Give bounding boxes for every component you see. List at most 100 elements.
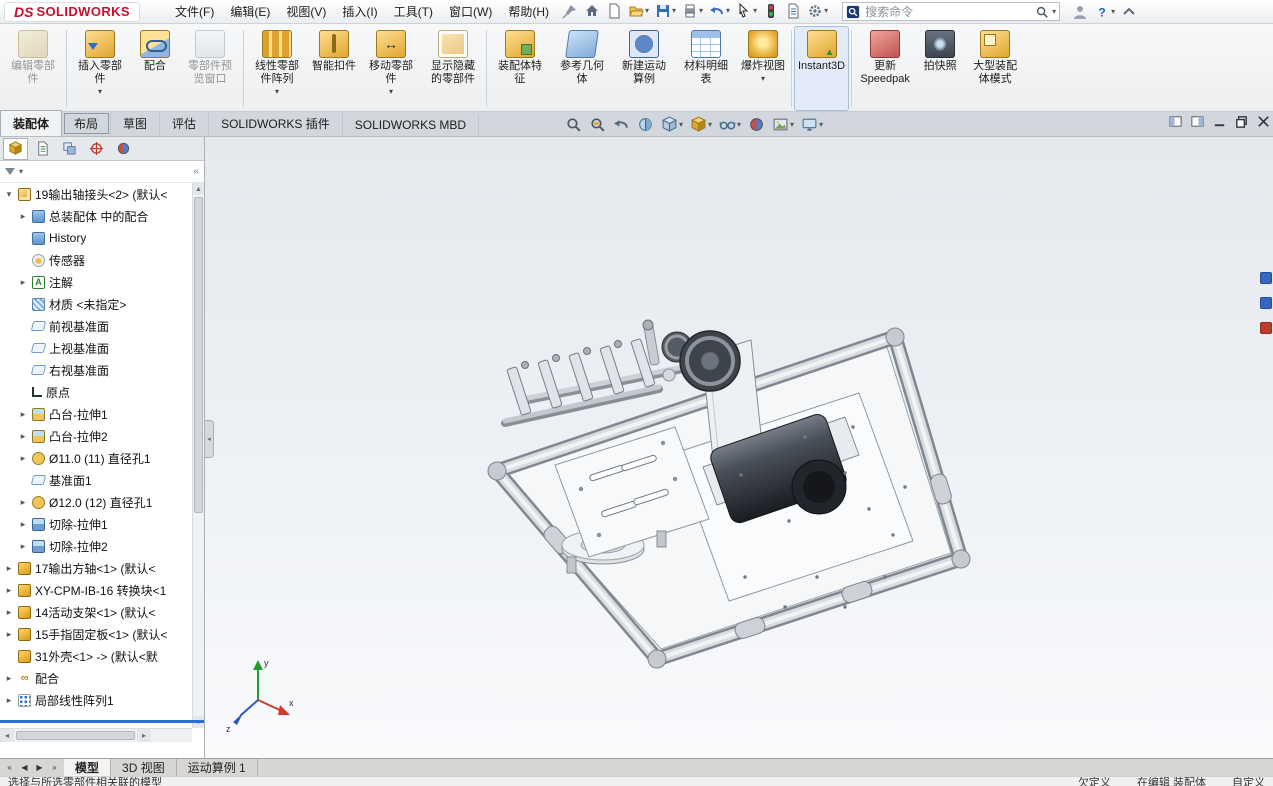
- expand-arrow-icon[interactable]: ▸: [18, 497, 28, 508]
- pin-menu-icon[interactable]: [558, 2, 580, 22]
- search-scope-icon[interactable]: [846, 5, 860, 19]
- update-speedpak-button[interactable]: 更新 Speedpak: [854, 26, 916, 111]
- next-tab-icon[interactable]: ▶: [33, 763, 46, 772]
- doc-tab-model[interactable]: 模型: [64, 759, 112, 776]
- expand-arrow-icon[interactable]: ▸: [18, 541, 28, 552]
- print-icon[interactable]: ▾: [679, 1, 706, 21]
- expand-arrow-icon[interactable]: ▸: [4, 695, 14, 706]
- restore-icon[interactable]: [1234, 114, 1249, 132]
- close-icon[interactable]: [1256, 114, 1271, 132]
- expand-arrow-icon[interactable]: ▸: [18, 277, 28, 288]
- prev-tab-icon[interactable]: ◀: [18, 763, 31, 772]
- section-view-icon[interactable]: [635, 115, 656, 134]
- tree-item[interactable]: ▸ 切除-拉伸2: [0, 535, 192, 557]
- menu-edit[interactable]: 编辑(E): [222, 2, 278, 22]
- show-hidden-components-button[interactable]: 显示隐藏的零部件: [422, 26, 484, 111]
- insert-components-button[interactable]: 插入零部件 ▾: [69, 26, 131, 111]
- tree-horizontal-scrollbar[interactable]: ◂ ▸: [0, 728, 192, 742]
- new-motion-study-button[interactable]: 新建运动算例: [613, 26, 675, 111]
- move-component-button[interactable]: 移动零部件 ▾: [360, 26, 422, 111]
- assembly-features-button[interactable]: 装配体特征: [489, 26, 551, 111]
- tree-item[interactable]: 前视基准面: [0, 315, 192, 337]
- edit-appearance-icon[interactable]: [746, 115, 767, 134]
- select-icon[interactable]: ▾: [733, 1, 760, 21]
- tree-item[interactable]: ▸ 凸台-拉伸1: [0, 403, 192, 425]
- reference-geometry-button[interactable]: 参考几何体: [551, 26, 613, 111]
- last-tab-icon[interactable]: »: [48, 763, 61, 772]
- expand-arrow-icon[interactable]: ▸: [18, 409, 28, 420]
- minimize-icon[interactable]: [1212, 114, 1227, 132]
- displaymanager-tab[interactable]: [111, 138, 136, 160]
- mate-button[interactable]: 配合: [131, 26, 179, 111]
- scroll-up-icon[interactable]: ▲: [193, 183, 204, 195]
- tab-sketch[interactable]: 草图: [111, 111, 161, 136]
- command-search-input[interactable]: [863, 3, 1033, 20]
- undo-icon[interactable]: ▾: [706, 1, 733, 21]
- exploded-view-button[interactable]: 爆炸视图 ▾: [737, 26, 789, 111]
- open-file-icon[interactable]: ▾: [625, 1, 652, 21]
- zoom-area-icon[interactable]: [587, 115, 608, 134]
- filter-dropdown-icon[interactable]: ▾: [19, 167, 23, 176]
- bill-of-materials-button[interactable]: 材料明细表: [675, 26, 737, 111]
- tree-vertical-scrollbar[interactable]: ▲ ▼: [192, 183, 204, 728]
- expand-arrow-icon[interactable]: ▸: [4, 629, 14, 640]
- expand-arrow-icon[interactable]: ▸: [18, 431, 28, 442]
- expand-arrow-icon[interactable]: ▸: [4, 585, 14, 596]
- view-settings-icon[interactable]: ▾: [799, 115, 825, 134]
- instant3d-button[interactable]: Instant3D: [794, 26, 850, 111]
- collapse-arrow-icon[interactable]: ▾: [4, 189, 14, 200]
- tree-item[interactable]: 31外壳<1> -> (默认<默: [0, 645, 192, 667]
- previous-view-icon[interactable]: [611, 115, 632, 134]
- menu-file[interactable]: 文件(F): [167, 2, 222, 22]
- hide-show-items-icon[interactable]: ▾: [717, 115, 743, 134]
- tree-item[interactable]: 右视基准面: [0, 359, 192, 381]
- apply-scene-icon[interactable]: ▾: [770, 115, 796, 134]
- tree-item[interactable]: ▸ 15手指固定板<1> (默认<: [0, 623, 192, 645]
- task-pane-tab-2[interactable]: [1260, 297, 1272, 309]
- panel-chevron-icon[interactable]: «: [193, 166, 199, 177]
- tree-item[interactable]: ▸ Ø11.0 (11) 直径孔1: [0, 447, 192, 469]
- tree-item[interactable]: ▸ 14活动支架<1> (默认<: [0, 601, 192, 623]
- user-icon[interactable]: [1069, 2, 1091, 22]
- tab-solidworks-addins[interactable]: SOLIDWORKS 插件: [209, 111, 343, 136]
- tab-assembly[interactable]: 装配体: [0, 110, 63, 136]
- tree-item[interactable]: ▸ A 注解: [0, 271, 192, 293]
- pane-right-icon[interactable]: [1190, 114, 1205, 132]
- scrollbar-thumb[interactable]: [16, 731, 136, 740]
- menu-view[interactable]: 视图(V): [278, 2, 334, 22]
- expand-arrow-icon[interactable]: ▸: [4, 673, 14, 684]
- save-icon[interactable]: ▾: [652, 1, 679, 21]
- rebuild-icon[interactable]: [760, 1, 782, 21]
- featuremanager-tab[interactable]: [3, 137, 28, 160]
- scroll-right-icon[interactable]: ▸: [137, 729, 152, 742]
- tree-item[interactable]: ▸ ∞ 配合: [0, 667, 192, 689]
- menu-tools[interactable]: 工具(T): [386, 2, 441, 22]
- dimxpertmanager-tab[interactable]: [84, 138, 109, 160]
- tree-item[interactable]: ▸ 17输出方轴<1> (默认<: [0, 557, 192, 579]
- graphics-viewport[interactable]: y x z: [205, 137, 1273, 758]
- scrollbar-thumb[interactable]: [194, 197, 203, 514]
- filter-funnel-icon[interactable]: [5, 168, 15, 175]
- tree-item[interactable]: ▾ 19输出轴接头<2> (默认<: [0, 183, 192, 205]
- doc-tab-motion-study-1[interactable]: 运动算例 1: [177, 759, 258, 776]
- new-file-icon[interactable]: [603, 1, 625, 21]
- tab-solidworks-mbd[interactable]: SOLIDWORKS MBD: [343, 114, 480, 136]
- home-icon[interactable]: [581, 1, 603, 21]
- tab-layout[interactable]: 布局: [62, 111, 112, 136]
- view-orientation-icon[interactable]: ▾: [659, 115, 685, 134]
- tree-item[interactable]: 基准面1: [0, 469, 192, 491]
- tree-item[interactable]: 原点: [0, 381, 192, 403]
- panel-collapse-handle[interactable]: ◂: [205, 420, 214, 458]
- task-pane-tab-3[interactable]: [1260, 322, 1272, 334]
- display-style-icon[interactable]: ▾: [688, 115, 714, 134]
- menu-insert[interactable]: 插入(I): [334, 2, 385, 22]
- tab-evaluate[interactable]: 评估: [160, 111, 210, 136]
- large-assembly-mode-button[interactable]: 大型装配体模式: [964, 26, 1026, 111]
- help-icon[interactable]: ? ▾: [1091, 2, 1118, 22]
- tree-item[interactable]: ▸ XY-CPM-IB-16 转换块<1: [0, 579, 192, 601]
- tree-item[interactable]: ▸ 局部线性阵列1: [0, 689, 192, 711]
- smart-fasteners-button[interactable]: 智能扣件: [308, 26, 360, 111]
- chevron-up-icon[interactable]: [1118, 2, 1140, 22]
- first-tab-icon[interactable]: «: [3, 763, 16, 772]
- tree-splitter[interactable]: [0, 720, 204, 723]
